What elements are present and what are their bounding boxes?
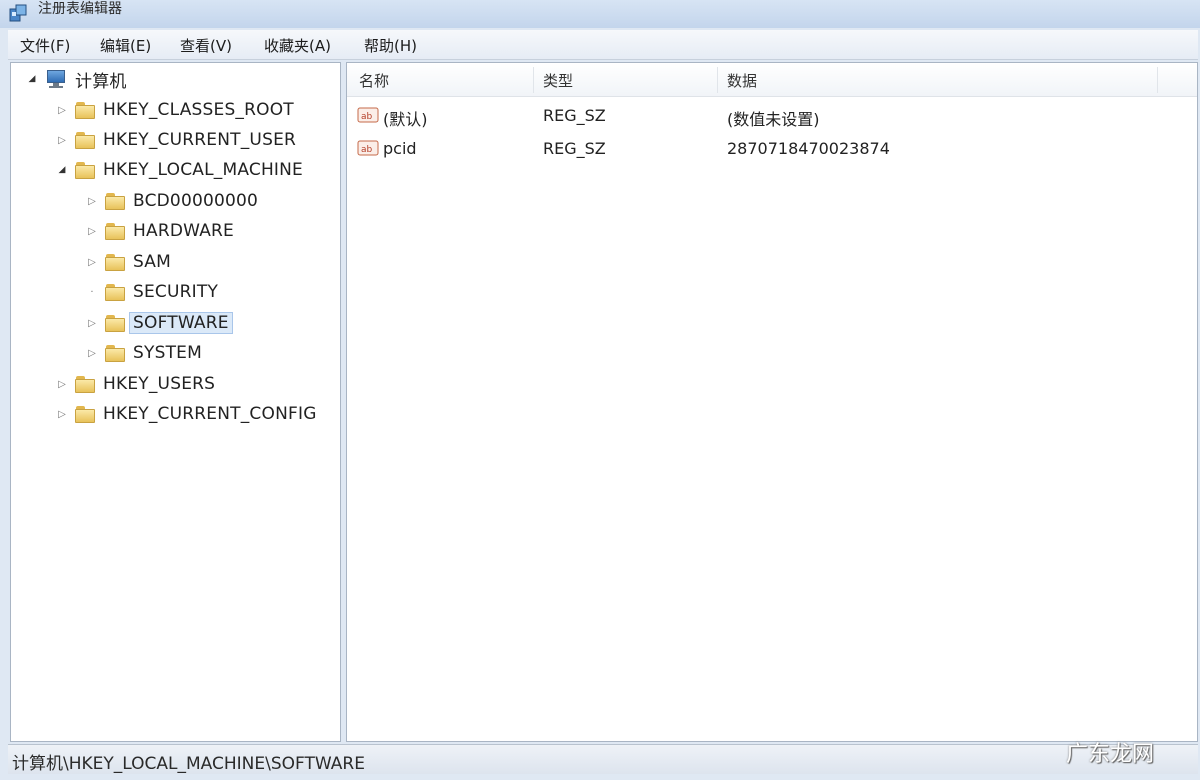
value-type: REG_SZ [543,139,606,158]
tree-item-computer[interactable]: ◢ 计算机 [25,65,127,93]
menu-file[interactable]: 文件(F) [16,35,74,56]
tree-item-hkey-users[interactable]: ▷ HKEY_USERS [55,370,215,398]
folder-icon [105,192,125,210]
value-data: 2870718470023874 [727,139,890,158]
column-divider[interactable] [533,67,534,93]
folder-open-icon [75,161,95,179]
folder-icon [105,222,125,240]
column-header-name[interactable]: 名称 [359,70,389,91]
column-header-data[interactable]: 数据 [727,70,757,91]
list-header: 名称 类型 数据 [347,63,1197,97]
folder-icon [75,375,95,393]
tree-item-hardware[interactable]: ▷ HARDWARE [85,217,234,245]
status-bar: 计算机\HKEY_LOCAL_MACHINE\SOFTWARE [8,744,1198,774]
menu-favorites[interactable]: 收藏夹(A) [260,35,335,56]
tree-item-hkey-current-user[interactable]: ▷ HKEY_CURRENT_USER [55,126,296,154]
computer-icon [45,69,67,89]
title-bar: 注册表编辑器 [0,0,1200,28]
collapse-arrow-icon[interactable]: ◢ [25,74,39,84]
list-row[interactable]: ab pcid REG_SZ 2870718470023874 [347,134,1197,164]
folder-icon [105,283,125,301]
tree-item-hkey-local-machine[interactable]: ◢ HKEY_LOCAL_MACHINE [55,156,303,184]
folder-icon [105,344,125,362]
list-row[interactable]: ab (默认) REG_SZ (数值未设置) [347,101,1197,131]
menu-help[interactable]: 帮助(H) [360,35,421,56]
tree-item-label: HKEY_CLASSES_ROOT [103,100,294,120]
column-header-type[interactable]: 类型 [543,70,573,91]
tree-item-label: HKEY_LOCAL_MACHINE [103,160,303,180]
tree-item-label: SECURITY [133,282,219,302]
status-path: 计算机\HKEY_LOCAL_MACHINE\SOFTWARE [12,754,365,774]
folder-icon [75,101,95,119]
column-divider[interactable] [1157,67,1158,93]
string-value-icon: ab [357,107,379,123]
expand-arrow-icon[interactable]: ▷ [85,348,99,359]
value-name: pcid [383,139,417,158]
expand-arrow-icon[interactable]: ▷ [85,226,99,237]
registry-editor-window: 注册表编辑器 文件(F) 编辑(E) 查看(V) 收藏夹(A) 帮助(H) ◢ … [0,0,1200,780]
tree-item-label: HKEY_CURRENT_CONFIG [103,404,317,424]
value-name: (默认) [383,110,428,129]
tree-item-label: SAM [133,252,172,272]
tree-item-security[interactable]: · SECURITY [85,278,218,306]
tree-line: · [90,286,94,298]
values-list[interactable]: 名称 类型 数据 ab (默认) REG_SZ (数值未设置) ab pcid … [346,62,1198,742]
folder-icon [105,314,125,332]
tree-item-hkey-current-config[interactable]: ▷ HKEY_CURRENT_CONFIG [55,400,317,428]
folder-icon [105,253,125,271]
menu-view[interactable]: 查看(V) [176,35,236,56]
string-value-icon: ab [357,140,379,156]
expand-arrow-icon[interactable]: ▷ [85,318,99,329]
value-data: (数值未设置) [727,110,820,129]
registry-editor-icon [9,4,27,22]
menu-edit[interactable]: 编辑(E) [96,35,155,56]
tree-item-label: HKEY_CURRENT_USER [103,130,297,150]
expand-arrow-icon[interactable]: ▷ [55,379,69,390]
tree-item-bcd[interactable]: ▷ BCD00000000 [85,187,258,215]
collapse-arrow-icon[interactable]: ◢ [55,165,69,175]
expand-arrow-icon[interactable]: ▷ [55,135,69,146]
tree-item-label: SYSTEM [133,343,202,363]
value-type: REG_SZ [543,106,606,125]
column-divider[interactable] [717,67,718,93]
expand-arrow-icon[interactable]: ▷ [55,409,69,420]
window-title: 注册表编辑器 [38,1,122,17]
expand-arrow-icon[interactable]: ▷ [55,105,69,116]
tree-item-label: HKEY_USERS [103,374,216,394]
tree-item-hkey-classes-root[interactable]: ▷ HKEY_CLASSES_ROOT [55,96,294,124]
watermark-text: 广东龙网 [1066,742,1155,767]
expand-arrow-icon[interactable]: ▷ [85,196,99,207]
folder-icon [75,131,95,149]
tree-item-software[interactable]: ▷ SOFTWARE [85,309,233,337]
svg-text:ab: ab [361,112,373,122]
tree-item-label: HARDWARE [133,221,234,241]
menu-bar: 文件(F) 编辑(E) 查看(V) 收藏夹(A) 帮助(H) [8,30,1198,60]
folder-icon [75,405,95,423]
tree-item-label: SOFTWARE [129,312,233,334]
tree-item-system[interactable]: ▷ SYSTEM [85,339,202,367]
tree-item-sam[interactable]: ▷ SAM [85,248,171,276]
tree-item-label: 计算机 [75,71,127,92]
expand-arrow-icon[interactable]: ▷ [85,257,99,268]
tree-item-label: BCD00000000 [133,191,259,211]
registry-tree[interactable]: ◢ 计算机 ▷ HKEY_CLASSES_ROOT ▷ HKEY_CURRENT… [10,62,341,742]
svg-text:ab: ab [361,145,373,155]
